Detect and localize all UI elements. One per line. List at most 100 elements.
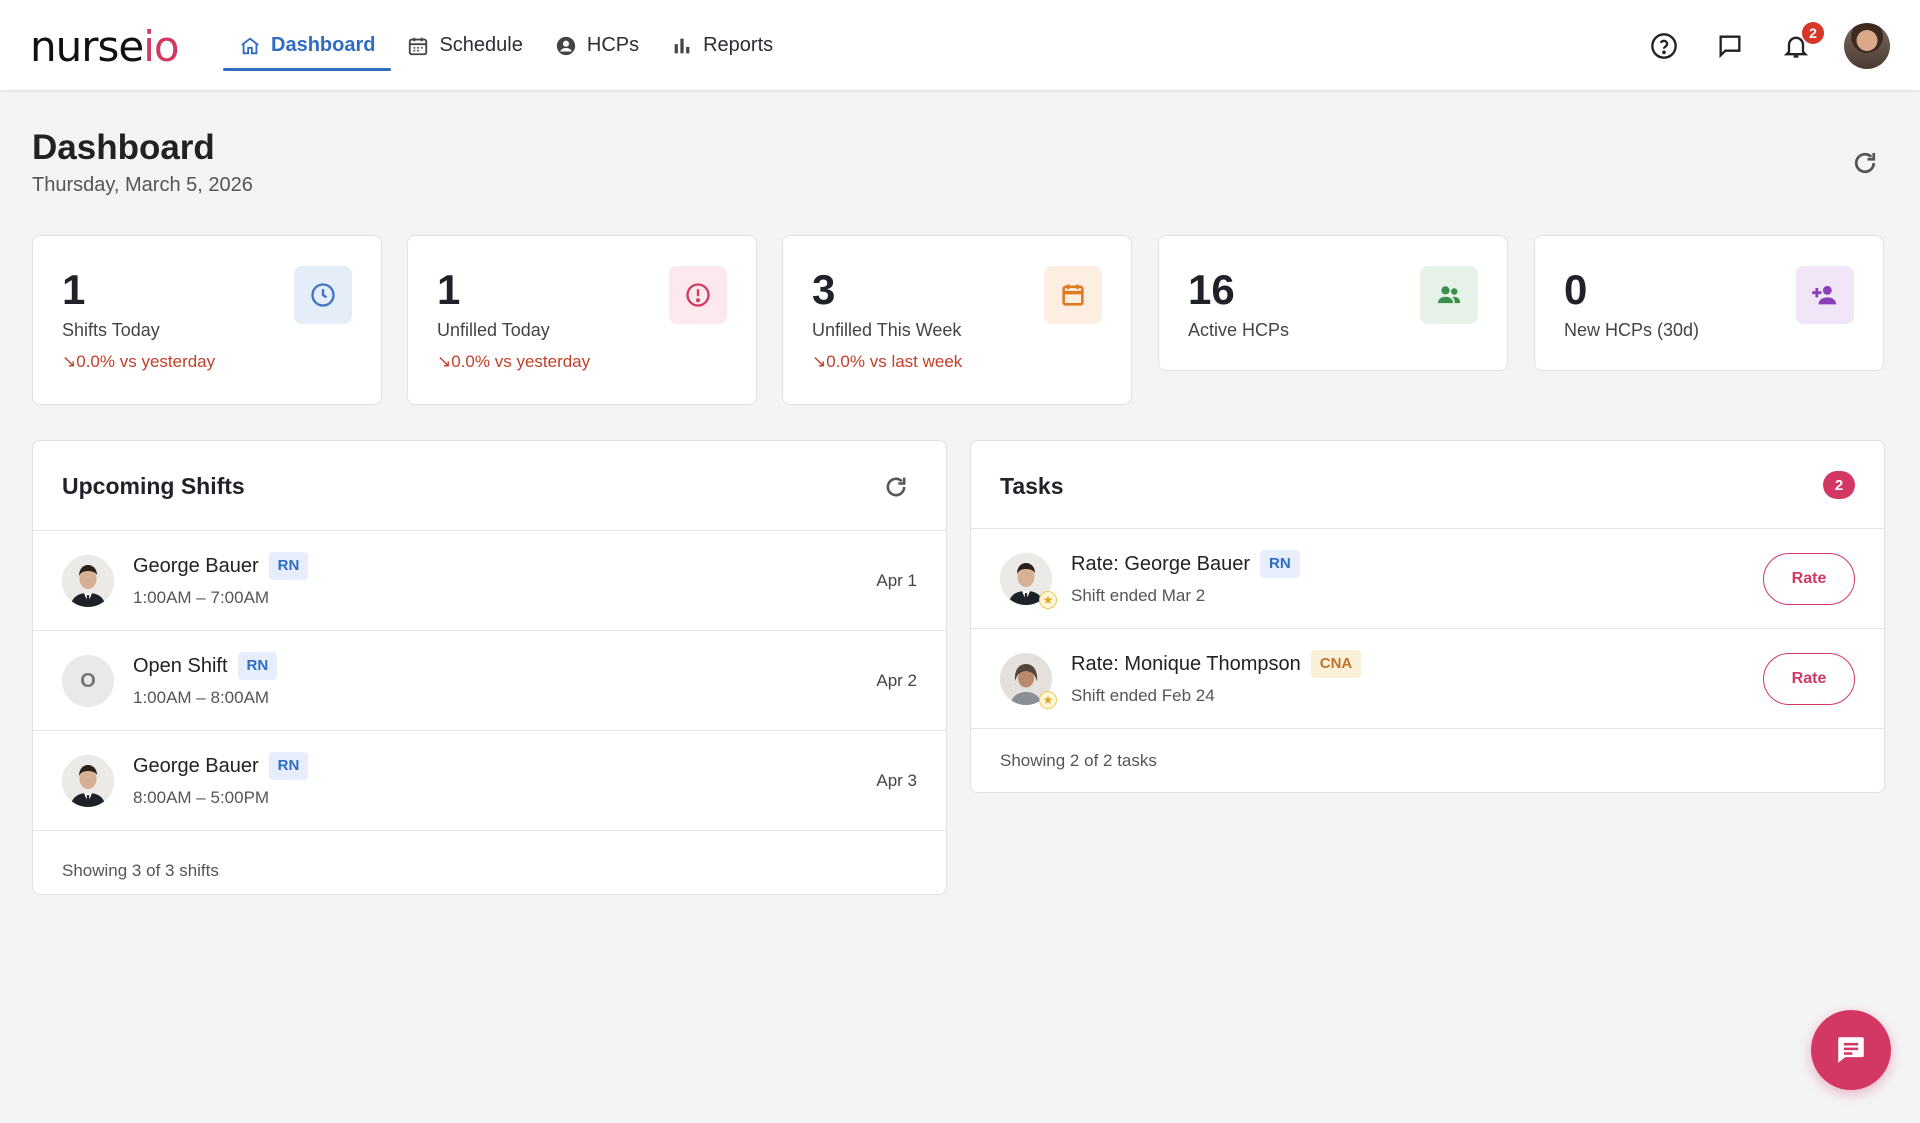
bar-chart-icon [674, 38, 690, 53]
hcp-avatar [62, 555, 114, 607]
help-icon [1651, 32, 1677, 59]
stat-trend: ↘0.0% vs last week [812, 352, 963, 371]
nav-reports-label: Reports [703, 34, 774, 56]
calendar-icon [1062, 284, 1084, 306]
notifications-button[interactable]: 2 [1778, 21, 1824, 64]
task-title: Rate: Monique Thompson [1071, 652, 1301, 675]
task-subtitle: Shift ended Mar 2 [1071, 586, 1206, 605]
panel-header: Upcoming Shifts [33, 441, 946, 531]
nav-dashboard-label: Dashboard [271, 34, 376, 56]
clock-icon [311, 283, 335, 307]
stat-icon-box [294, 266, 352, 324]
task-row: ★ Rate: Monique Thompson CNA Shift ended… [971, 629, 1884, 729]
home-icon [241, 37, 259, 54]
stat-label: Active HCPs [1188, 320, 1290, 340]
tasks-panel: Tasks 2 ★ Rate: George Bauer RN Shift en… [970, 440, 1885, 793]
nav-hcps[interactable]: HCPs [539, 0, 655, 91]
top-navigation-bar: nurseio Dashboard Schedule HCPs Reports … [0, 0, 1920, 91]
help-button[interactable] [1646, 28, 1682, 64]
stat-icon-box [669, 266, 727, 324]
stat-label: Unfilled This Week [812, 320, 962, 340]
hcp-name: George Bauer [133, 554, 259, 577]
user-avatar[interactable] [1844, 22, 1890, 69]
shift-date: Apr 2 [876, 671, 917, 690]
stat-value: 0 [1564, 266, 1588, 313]
task-title-line: Rate: George Bauer RN [1071, 550, 1300, 578]
nav-hcps-label: HCPs [586, 34, 640, 56]
refresh-icon[interactable] [882, 473, 910, 501]
shift-date: Apr 3 [876, 771, 917, 790]
panel-title: Upcoming Shifts [62, 473, 245, 499]
hcp-avatar [62, 755, 114, 807]
stat-value: 16 [1188, 266, 1235, 313]
tasks-count-badge: 2 [1823, 471, 1855, 499]
role-badge: CNA [1310, 650, 1362, 678]
rate-button[interactable]: Rate [1763, 553, 1855, 605]
stat-value: 1 [437, 266, 461, 313]
role-badge: RN [268, 552, 309, 580]
panel-title: Tasks [1000, 473, 1064, 499]
calendar-icon [409, 37, 428, 55]
stat-value: 1 [62, 266, 86, 313]
messages-button[interactable] [1712, 28, 1748, 64]
hcp-name: Open Shift [133, 654, 228, 677]
page-title: Dashboard [32, 128, 215, 167]
shift-row[interactable]: George Bauer RN 1:00AM – 7:00AM Apr 1 [33, 531, 946, 631]
shift-row[interactable]: O Open Shift RN 1:00AM – 8:00AM Apr 2 [33, 631, 946, 731]
chat-fab-button[interactable] [1811, 1010, 1891, 1090]
stat-card-unfilled-today[interactable]: 1 Unfilled Today ↘0.0% vs yesterday [407, 235, 757, 405]
stat-icon-box [1044, 266, 1102, 324]
task-row: ★ Rate: George Bauer RN Shift ended Mar … [971, 529, 1884, 629]
nav-reports[interactable]: Reports [655, 0, 789, 91]
shift-time: 1:00AM – 8:00AM [133, 688, 270, 707]
shifts-footer: Showing 3 of 3 shifts [62, 861, 219, 880]
people-icon [1437, 286, 1461, 304]
star-icon: ★ [1039, 591, 1057, 609]
stat-icon-box [1420, 266, 1478, 324]
top-actions: 2 [1646, 0, 1890, 91]
stat-label: Unfilled Today [437, 320, 550, 340]
star-icon: ★ [1039, 691, 1057, 709]
upcoming-shifts-panel: Upcoming Shifts George Bauer RN 1:00AM –… [32, 440, 947, 895]
nav-dashboard[interactable]: Dashboard [223, 0, 392, 91]
task-title: Rate: George Bauer [1071, 552, 1250, 575]
shift-date: Apr 1 [876, 571, 917, 590]
notification-count-badge: 2 [1802, 21, 1824, 44]
shift-name-line: Open Shift RN [133, 652, 278, 680]
chat-icon [1719, 35, 1741, 58]
role-badge: RN [268, 752, 309, 780]
open-shift-avatar: O [62, 655, 114, 707]
role-badge: RN [237, 652, 278, 680]
task-title-line: Rate: Monique Thompson CNA [1071, 650, 1362, 678]
stat-card-active-hcps[interactable]: 16 Active HCPs [1158, 235, 1508, 371]
refresh-icon[interactable] [1850, 148, 1880, 178]
stat-trend: ↘0.0% vs yesterday [62, 352, 216, 371]
shift-time: 1:00AM – 7:00AM [133, 588, 270, 607]
shift-time: 8:00AM – 5:00PM [133, 788, 270, 807]
stat-label: New HCPs (30d) [1564, 320, 1700, 340]
stat-trend: ↘0.0% vs yesterday [437, 352, 591, 371]
tasks-footer: Showing 2 of 2 tasks [1000, 751, 1157, 770]
panel-header: Tasks 2 [971, 441, 1884, 529]
person-add-icon [1812, 285, 1837, 305]
hcp-name: George Bauer [133, 754, 259, 777]
nav-schedule[interactable]: Schedule [391, 0, 538, 91]
page-date: Thursday, March 5, 2026 [32, 174, 253, 196]
nav-schedule-label: Schedule [439, 34, 523, 56]
stat-card-new-hcps[interactable]: 0 New HCPs (30d) [1534, 235, 1884, 371]
stat-value: 3 [812, 266, 836, 313]
stat-card-unfilled-week[interactable]: 3 Unfilled This Week ↘0.0% vs last week [782, 235, 1132, 405]
nurseio-logo[interactable]: nurseio [30, 22, 180, 72]
stat-card-shifts-today[interactable]: 1 Shifts Today ↘0.0% vs yesterday [32, 235, 382, 405]
shift-name-line: George Bauer RN [133, 552, 309, 580]
chat-icon [1838, 1037, 1864, 1063]
alert-circle-icon [686, 283, 710, 307]
rate-button[interactable]: Rate [1763, 653, 1855, 705]
person-circle-icon [556, 36, 576, 55]
stat-label: Shifts Today [62, 320, 160, 340]
task-subtitle: Shift ended Feb 24 [1071, 686, 1215, 705]
shift-name-line: George Bauer RN [133, 752, 309, 780]
stat-icon-box [1796, 266, 1854, 324]
shift-row[interactable]: George Bauer RN 8:00AM – 5:00PM Apr 3 [33, 731, 946, 831]
main-nav: Dashboard Schedule HCPs Reports [223, 0, 789, 91]
